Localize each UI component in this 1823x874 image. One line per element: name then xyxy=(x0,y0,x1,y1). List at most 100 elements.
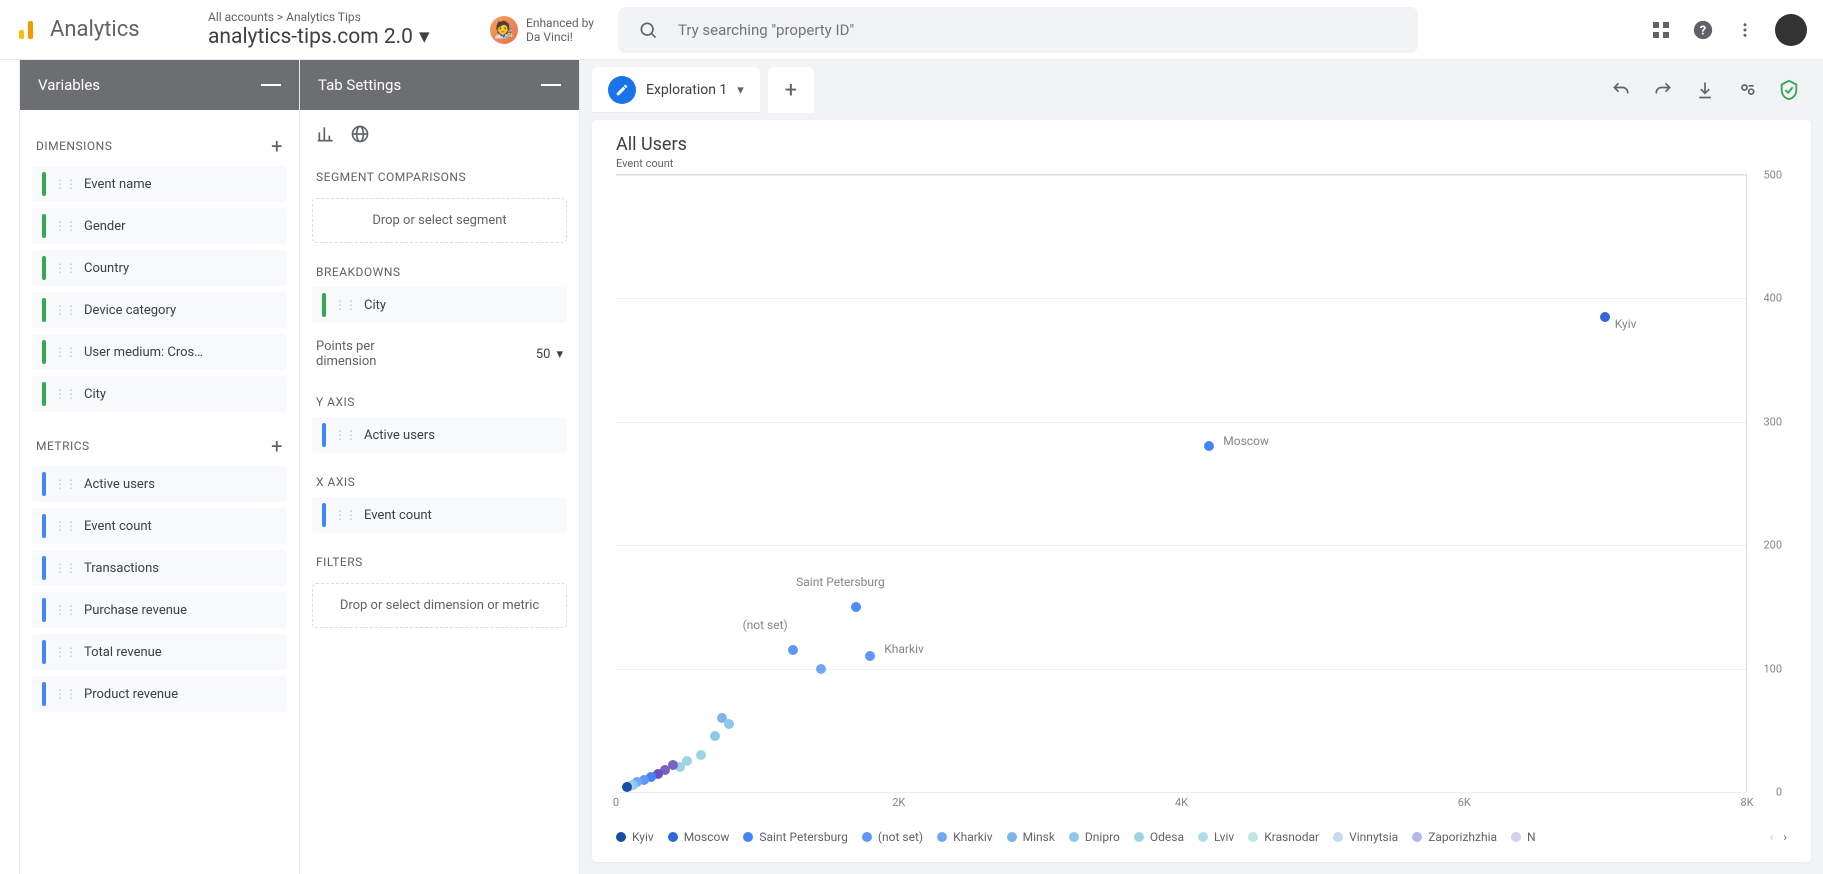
exploration-tabs: Exploration 1 ▾ + xyxy=(580,60,1823,120)
scatter-plot[interactable]: 0100200300400500KyivMoscowSaint Petersbu… xyxy=(616,174,1787,820)
legend: Kyiv Moscow Saint Petersburg (not set) Khark… xyxy=(616,820,1787,854)
metric-chip[interactable]: ⋮⋮Active users xyxy=(32,466,287,502)
shield-check-icon[interactable] xyxy=(1777,78,1801,102)
dimension-chip[interactable]: ⋮⋮Gender xyxy=(32,208,287,244)
metrics-header: METRICS + xyxy=(32,418,287,466)
davinci-avatar-icon: 🧑‍🎨 xyxy=(490,16,518,44)
data-point[interactable] xyxy=(710,731,720,741)
technique-icons xyxy=(312,118,567,154)
legend-item[interactable]: N xyxy=(1511,830,1536,844)
product-name: Analytics xyxy=(50,17,140,42)
legend-item[interactable]: Krasnodar xyxy=(1248,830,1319,844)
chevron-down-icon[interactable]: ▾ xyxy=(737,83,744,98)
breadcrumb: All accounts > Analytics Tips xyxy=(208,10,464,24)
globe-icon[interactable] xyxy=(350,124,370,144)
variables-panel: Variables DIMENSIONS + ⋮⋮Event name ⋮⋮Gen… xyxy=(20,60,300,874)
user-avatar[interactable] xyxy=(1775,14,1807,46)
chevron-down-icon: ▾ xyxy=(419,24,430,49)
add-dimension-button[interactable]: + xyxy=(271,134,283,158)
svg-text:?: ? xyxy=(1700,23,1706,38)
header-icons: ? xyxy=(1649,14,1807,46)
data-point[interactable] xyxy=(724,719,734,729)
legend-item[interactable]: Dnipro xyxy=(1069,830,1120,844)
add-tab-button[interactable]: + xyxy=(768,67,814,113)
breakdowns-label: BREAKDOWNS xyxy=(316,265,401,279)
undo-icon[interactable] xyxy=(1609,78,1633,102)
collapse-icon[interactable] xyxy=(261,84,281,86)
legend-item[interactable]: Odesa xyxy=(1134,830,1184,844)
search-bar[interactable] xyxy=(618,7,1418,53)
data-point[interactable] xyxy=(788,645,798,655)
data-point[interactable] xyxy=(851,602,861,612)
tab-settings-title: Tab Settings xyxy=(318,76,401,94)
filter-dropzone[interactable]: Drop or select dimension or metric xyxy=(312,583,567,628)
metric-chip[interactable]: ⋮⋮Transactions xyxy=(32,550,287,586)
legend-item[interactable]: Lviv xyxy=(1198,830,1234,844)
logo-area: Analytics xyxy=(16,17,196,42)
legend-item[interactable]: (not set) xyxy=(862,830,923,844)
legend-item[interactable]: Kyiv xyxy=(616,830,654,844)
data-point-label: Kharkiv xyxy=(884,642,924,656)
kebab-menu-icon[interactable] xyxy=(1733,18,1757,42)
segment-comparisons-label: SEGMENT COMPARISONS xyxy=(316,170,466,184)
legend-item[interactable]: Vinnytsia xyxy=(1333,830,1398,844)
add-metric-button[interactable]: + xyxy=(271,434,283,458)
points-per-select[interactable]: 50▾ xyxy=(536,347,563,362)
breakdown-chip-city[interactable]: ⋮⋮City xyxy=(312,287,567,323)
exploration-tab[interactable]: Exploration 1 ▾ xyxy=(592,67,760,113)
nav-rail xyxy=(0,60,20,874)
data-point[interactable] xyxy=(622,782,632,792)
dimension-chip[interactable]: ⋮⋮Event name xyxy=(32,166,287,202)
data-point[interactable] xyxy=(865,651,875,661)
data-point[interactable] xyxy=(696,750,706,760)
download-icon[interactable] xyxy=(1693,78,1717,102)
dimension-chip[interactable]: ⋮⋮City xyxy=(32,376,287,412)
search-icon xyxy=(638,20,658,40)
data-point[interactable] xyxy=(1600,312,1610,322)
yaxis-label: Y AXIS xyxy=(316,395,355,409)
legend-prev-icon[interactable]: ‹ xyxy=(1770,830,1774,844)
data-point[interactable] xyxy=(1204,441,1214,451)
xaxis-label: X AXIS xyxy=(316,475,355,489)
metric-chip[interactable]: ⋮⋮Event count xyxy=(32,508,287,544)
dimensions-header: DIMENSIONS + xyxy=(32,118,287,166)
legend-item[interactable]: Zaporizhzhia xyxy=(1412,830,1497,844)
help-icon[interactable]: ? xyxy=(1691,18,1715,42)
points-per-dimension: Points per dimension 50▾ xyxy=(312,329,567,379)
data-point-label: (not set) xyxy=(743,618,788,632)
metric-chip[interactable]: ⋮⋮Purchase revenue xyxy=(32,592,287,628)
property-selector[interactable]: All accounts > Analytics Tips analytics-… xyxy=(196,10,476,49)
xaxis-chip[interactable]: ⋮⋮Event count xyxy=(312,497,567,533)
tab-name: Exploration 1 xyxy=(646,82,727,98)
search-input[interactable] xyxy=(678,21,1398,39)
app-header: Analytics All accounts > Analytics Tips … xyxy=(0,0,1823,60)
legend-item[interactable]: Minsk xyxy=(1007,830,1055,844)
bar-chart-icon[interactable] xyxy=(316,124,336,144)
tab-settings-panel: Tab Settings SEGMENT COMPARISONS Drop or… xyxy=(300,60,580,874)
dimension-chip[interactable]: ⋮⋮User medium: Cros… xyxy=(32,334,287,370)
redo-icon[interactable] xyxy=(1651,78,1675,102)
davinci-line2: Da Vinci! xyxy=(526,30,594,44)
segment-dropzone[interactable]: Drop or select segment xyxy=(312,198,567,243)
collapse-icon[interactable] xyxy=(541,84,561,86)
chart-title: All Users xyxy=(616,134,1787,155)
data-point-label: Saint Petersburg xyxy=(796,575,885,589)
metric-chip[interactable]: ⋮⋮Product revenue xyxy=(32,676,287,712)
davinci-badge[interactable]: 🧑‍🎨 Enhanced by Da Vinci! xyxy=(476,16,608,44)
legend-item[interactable]: Kharkiv xyxy=(937,830,993,844)
yaxis-chip[interactable]: ⋮⋮Active users xyxy=(312,417,567,453)
data-point-label: Moscow xyxy=(1223,434,1269,448)
property-name: analytics-tips.com 2.0 xyxy=(208,25,413,49)
variables-title: Variables xyxy=(38,76,100,94)
tab-settings-header: Tab Settings xyxy=(300,60,579,110)
apps-icon[interactable] xyxy=(1649,18,1673,42)
share-icon[interactable] xyxy=(1735,78,1759,102)
legend-next-icon[interactable]: › xyxy=(1783,830,1787,844)
data-point[interactable] xyxy=(816,664,826,674)
pencil-icon xyxy=(608,76,636,104)
dimension-chip[interactable]: ⋮⋮Device category xyxy=(32,292,287,328)
metric-chip[interactable]: ⋮⋮Total revenue xyxy=(32,634,287,670)
dimension-chip[interactable]: ⋮⋮Country xyxy=(32,250,287,286)
legend-item[interactable]: Saint Petersburg xyxy=(743,830,848,844)
legend-item[interactable]: Moscow xyxy=(668,830,730,844)
